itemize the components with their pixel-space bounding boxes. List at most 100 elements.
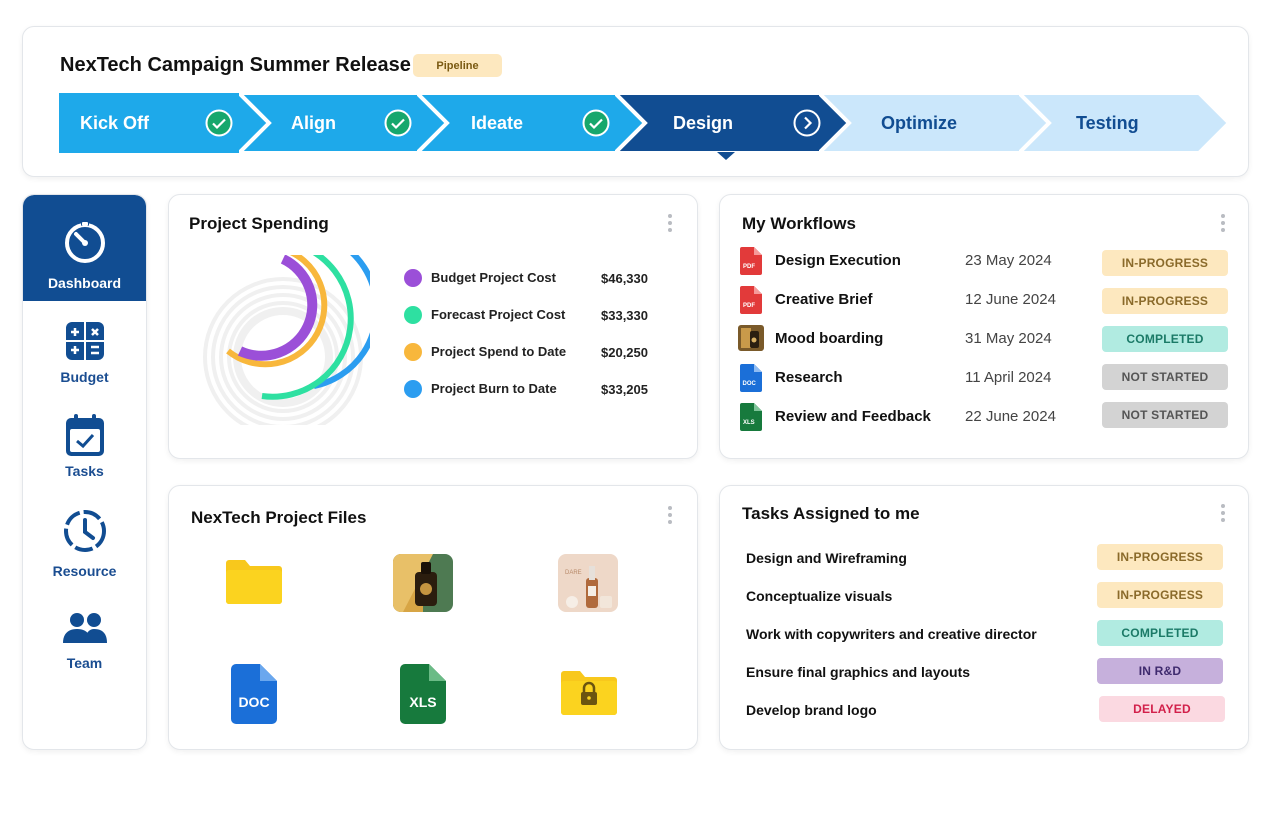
workflow-name: Creative Brief <box>775 291 873 308</box>
sidebar-item-label: Budget <box>60 369 109 385</box>
spending-radial-chart <box>203 255 370 425</box>
step-label: Ideate <box>471 113 524 133</box>
pipeline-badge: Pipeline <box>413 54 502 77</box>
task-name[interactable]: Develop brand logo <box>746 702 877 718</box>
workflow-row[interactable]: DOC Research 11 April 2024 NOT STARTED <box>740 364 1230 392</box>
sidebar-item-label: Tasks <box>65 463 104 479</box>
panel-title: My Workflows <box>742 214 856 233</box>
legend-label: Project Spend to Date <box>431 344 567 359</box>
workflow-date: 11 April 2024 <box>965 369 1052 386</box>
legend-dot <box>404 306 422 324</box>
sidebar-item-label: Team <box>66 655 103 671</box>
step-label: Design <box>673 113 734 133</box>
folder-icon[interactable] <box>226 559 282 605</box>
sidebar-item-dashboard[interactable]: Dashboard <box>23 195 146 301</box>
step-label: Testing <box>1076 113 1139 133</box>
workflow-name: Design Execution <box>775 252 901 269</box>
check-circle-icon <box>205 109 233 137</box>
status-badge: IN-PROGRESS <box>1102 288 1228 314</box>
workflow-name: Mood boarding <box>775 330 884 347</box>
locked-folder-icon[interactable] <box>561 670 617 716</box>
workflow-row[interactable]: PDF Design Execution 23 May 2024 IN-PROG… <box>740 247 1230 276</box>
sidebar-item-tasks[interactable]: Tasks <box>23 413 146 479</box>
sidebar-item-label: Resource <box>52 563 117 579</box>
check-circle-icon <box>384 109 412 137</box>
task-name[interactable]: Ensure final graphics and layouts <box>746 664 970 680</box>
more-options-icon[interactable] <box>667 506 673 524</box>
more-options-icon[interactable] <box>667 214 673 232</box>
xls-file-icon: XLS <box>740 403 762 431</box>
sidebar-item-budget[interactable]: Budget <box>23 321 146 385</box>
project-spending-panel: Project Spending Budget Project Cost $46… <box>168 194 698 459</box>
doc-file-icon[interactable]: DOC <box>231 664 277 724</box>
pdf-file-icon: PDF <box>740 286 762 314</box>
project-title: NexTech Campaign Summer Release <box>60 54 411 76</box>
workflow-row[interactable]: PDF Creative Brief 12 June 2024 IN-PROGR… <box>740 286 1230 314</box>
svg-text:DARE: DARE <box>565 570 582 576</box>
task-name[interactable]: Conceptualize visuals <box>746 588 892 604</box>
sidebar-item-team[interactable]: Team <box>23 611 146 671</box>
clock-icon <box>63 510 106 552</box>
workflow-date: 12 June 2024 <box>965 291 1056 308</box>
legend-label: Budget Project Cost <box>431 270 556 285</box>
sidebar-item-resource[interactable]: Resource <box>23 509 146 579</box>
status-badge: NOT STARTED <box>1102 364 1228 390</box>
image-thumbnail[interactable]: DARE <box>558 554 618 612</box>
svg-text:XLS: XLS <box>743 420 755 426</box>
legend-amount: $46,330 <box>601 271 648 286</box>
task-name[interactable]: Work with copywriters and creative direc… <box>746 626 1037 642</box>
current-step-caret <box>717 152 735 160</box>
status-badge: DELAYED <box>1099 696 1225 722</box>
step-ideate[interactable]: Ideate <box>417 93 647 153</box>
status-badge: IN-PROGRESS <box>1097 544 1223 570</box>
timer-icon <box>64 221 105 263</box>
chevron-right-circle-icon <box>793 109 821 137</box>
sidebar-item-label: Dashboard <box>47 275 122 291</box>
legend-amount: $33,205 <box>601 382 648 397</box>
workflow-name: Review and Feedback <box>775 408 931 425</box>
panel-title: Tasks Assigned to me <box>742 504 920 523</box>
step-label: Kick Off <box>80 113 150 133</box>
workflow-date: 23 May 2024 <box>965 252 1052 269</box>
svg-text:PDF: PDF <box>743 303 755 309</box>
status-badge: IN-PROGRESS <box>1102 250 1228 276</box>
status-badge: COMPLETED <box>1097 620 1223 646</box>
image-thumbnail[interactable] <box>393 554 453 612</box>
doc-file-icon: DOC <box>740 364 762 392</box>
more-options-icon[interactable] <box>1220 214 1226 232</box>
svg-text:PDF: PDF <box>743 264 755 270</box>
step-kick-off[interactable]: Kick Off <box>59 93 269 153</box>
legend-amount: $20,250 <box>601 345 648 360</box>
project-files-panel: NexTech Project Files DARE DOC XLS <box>168 485 698 750</box>
status-badge: COMPLETED <box>1102 326 1228 352</box>
panel-title: Project Spending <box>189 214 329 233</box>
status-badge: IN R&D <box>1097 658 1223 684</box>
workflow-name: Research <box>775 369 843 386</box>
workflow-row[interactable]: Mood boarding 31 May 2024 COMPLETED <box>738 325 1230 353</box>
legend-label: Forecast Project Cost <box>431 307 566 322</box>
task-name[interactable]: Design and Wireframing <box>746 550 907 566</box>
legend-dot <box>404 269 422 287</box>
pdf-file-icon: PDF <box>740 247 762 275</box>
workflow-date: 31 May 2024 <box>965 330 1052 347</box>
legend-label: Project Burn to Date <box>431 381 557 396</box>
pipeline-header: NexTech Campaign Summer Release Pipeline… <box>22 26 1249 177</box>
workflow-row[interactable]: XLS Review and Feedback 22 June 2024 NOT… <box>740 402 1230 431</box>
doc-file-label: DOC <box>238 694 269 710</box>
xls-file-icon[interactable]: XLS <box>400 664 446 724</box>
legend-amount: $33,330 <box>601 308 648 323</box>
my-workflows-panel: My Workflows PDF Design Execution 23 May… <box>719 194 1249 459</box>
step-label: Align <box>291 113 336 133</box>
image-thumbnail-icon <box>738 325 764 351</box>
calendar-check-icon <box>65 414 104 456</box>
step-testing[interactable]: Testing <box>1019 93 1229 153</box>
more-options-icon[interactable] <box>1220 504 1226 522</box>
step-label: Optimize <box>881 113 958 133</box>
calculator-icon <box>65 322 104 360</box>
xls-file-label: XLS <box>409 694 436 710</box>
team-icon <box>62 613 107 643</box>
workflow-date: 22 June 2024 <box>965 408 1056 425</box>
check-circle-icon <box>582 109 610 137</box>
step-design[interactable]: Design <box>615 93 851 153</box>
step-optimize[interactable]: Optimize <box>819 93 1051 153</box>
